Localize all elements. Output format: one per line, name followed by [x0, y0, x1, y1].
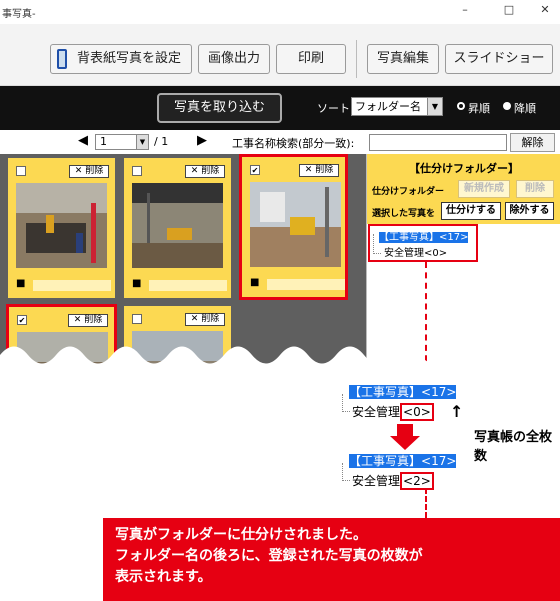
phone-icon: [57, 49, 67, 69]
before-tree-connector: [342, 394, 350, 412]
window-title: 事写真-: [2, 9, 36, 20]
import-photos-button[interactable]: 写真を取り込む: [157, 93, 282, 123]
message-line-3: 表示されます。: [115, 569, 212, 585]
folder-tree: 【工事写真】<17> 安全管理<0>: [368, 224, 478, 262]
photo-checkbox-checked[interactable]: ✔: [250, 165, 260, 175]
toolbar-divider: [356, 40, 357, 78]
before-root-label: 【工事写真】: [349, 385, 422, 399]
selected-photos-label: 選択した写真を: [372, 209, 436, 219]
page-nav: ◀ 1 ▼ / 1 ▶ 工事名称検索(部分一致): 解除: [0, 130, 560, 154]
next-page-icon[interactable]: ▶: [197, 133, 207, 148]
folder-icon: ■: [16, 278, 26, 289]
tree-root-label: 【工事写真】: [379, 232, 439, 243]
toolbar: 背表紙写真を設定 画像出力 印刷 写真編集 スライドショー: [0, 24, 560, 86]
folder-name-field: [149, 280, 227, 291]
sort-value: フォルダー名: [355, 100, 421, 113]
total-count-callout: 写真帳の全枚数: [474, 430, 553, 464]
title-bar: 事写真- – □ ✕: [0, 0, 560, 24]
tree-child-item[interactable]: 安全管理<0>: [384, 244, 447, 259]
after-root-count: <17>: [421, 454, 457, 468]
assign-folder-button[interactable]: 仕分けする: [441, 202, 501, 220]
exclude-button[interactable]: 除外する: [505, 202, 554, 220]
photo-checkbox[interactable]: [132, 166, 142, 176]
up-arrow-icon: ↑: [450, 402, 464, 421]
spine-photo-label: 背表紙写真を設定: [76, 51, 181, 66]
folder-panel-title: 【仕分けフォルダー】: [409, 162, 519, 175]
chevron-down-icon: ▼: [136, 135, 148, 149]
message-line-2: フォルダー名の後ろに、登録された写真の枚数が: [115, 548, 423, 564]
folder-icon: ■: [250, 277, 260, 288]
maximize-button[interactable]: □: [501, 3, 517, 19]
after-root-label: 【工事写真】: [349, 454, 422, 468]
after-tree-root: 【工事写真】<17>: [349, 452, 457, 469]
folder-icon: ■: [132, 278, 142, 289]
photo-checkbox[interactable]: [16, 166, 26, 176]
after-tree-connector: [342, 463, 350, 481]
explanation-box: 写真がフォルダーに仕分けされました。 フォルダー名の後ろに、登録された写真の枚数…: [103, 518, 560, 601]
ascending-label: 昇順: [468, 102, 490, 115]
photo-card[interactable]: ✕ 削除 ■: [8, 158, 115, 298]
minimize-button[interactable]: –: [457, 3, 473, 19]
sort-label: ソート: [317, 102, 350, 115]
delete-photo-button[interactable]: ✕ 削除: [69, 165, 109, 178]
prev-page-icon[interactable]: ◀: [78, 133, 88, 148]
photo-thumbnail[interactable]: [132, 183, 223, 268]
after-tree-child: 安全管理 <2>: [352, 472, 434, 490]
sort-select[interactable]: フォルダー名 ▼: [351, 97, 443, 116]
tree-child-label: 安全管理: [384, 248, 424, 259]
before-child-label: 安全管理: [352, 405, 401, 419]
delete-folder-button[interactable]: 削除: [516, 180, 554, 198]
search-label: 工事名称検索(部分一致):: [232, 137, 355, 150]
photo-checkbox[interactable]: [132, 314, 142, 324]
photo-card[interactable]: ✕ 削除 ■: [124, 158, 231, 298]
delete-photo-button[interactable]: ✕ 削除: [68, 314, 108, 327]
page-total: / 1: [154, 135, 169, 148]
page-value: 1: [100, 135, 107, 148]
after-child-label: 安全管理: [352, 474, 401, 488]
new-folder-button[interactable]: 新規作成: [458, 180, 510, 198]
slideshow-button[interactable]: スライドショー: [445, 44, 553, 74]
photo-edit-button[interactable]: 写真編集: [367, 44, 439, 74]
action-bar: 写真を取り込む ソート フォルダー名 ▼ 昇順 降順: [0, 86, 560, 130]
photo-thumbnail[interactable]: [16, 183, 107, 268]
chevron-down-icon: ▼: [427, 98, 442, 115]
message-connector: [425, 488, 427, 518]
message-line-1: 写真がフォルダーに仕分けされました。: [115, 527, 367, 543]
photo-thumbnail[interactable]: [250, 182, 341, 267]
folder-label: 仕分けフォルダー: [372, 187, 445, 197]
spine-photo-button[interactable]: 背表紙写真を設定: [50, 44, 192, 74]
delete-photo-button[interactable]: ✕ 削除: [185, 165, 225, 178]
ascending-radio[interactable]: [457, 102, 465, 110]
image-export-button[interactable]: 画像出力: [198, 44, 270, 74]
page-select[interactable]: 1 ▼: [95, 134, 149, 150]
before-root-count: <17>: [421, 385, 457, 399]
photo-card-selected[interactable]: ✔ ✕ 削除 ■: [239, 154, 348, 300]
before-tree-child: 安全管理 <0>: [352, 403, 434, 421]
descending-radio[interactable]: [503, 102, 511, 110]
delete-photo-button[interactable]: ✕ 削除: [185, 313, 225, 326]
photo-checkbox-checked[interactable]: ✔: [17, 315, 27, 325]
print-button[interactable]: 印刷: [276, 44, 346, 74]
clear-search-button[interactable]: 解除: [510, 133, 555, 152]
delete-photo-button[interactable]: ✕ 削除: [299, 164, 339, 177]
tree-child-count: <0>: [424, 248, 448, 259]
torn-edge: [0, 346, 560, 390]
folder-panel-header: 【仕分けフォルダー】 仕分けフォルダー 新規作成 削除 選択した写真を 仕分けす…: [367, 154, 560, 224]
tree-connector: [373, 234, 381, 254]
before-child-count: <0>: [400, 403, 434, 421]
close-button[interactable]: ✕: [537, 3, 553, 19]
tree-root-item[interactable]: 【工事写真】<17>: [379, 228, 469, 243]
folder-name-field: [33, 280, 111, 291]
before-tree-root: 【工事写真】<17>: [349, 383, 457, 400]
descending-label: 降順: [514, 102, 536, 115]
search-input[interactable]: [369, 134, 507, 151]
after-child-count: <2>: [400, 472, 434, 490]
tree-root-count: <17>: [439, 232, 469, 243]
folder-name-field: [267, 279, 345, 290]
